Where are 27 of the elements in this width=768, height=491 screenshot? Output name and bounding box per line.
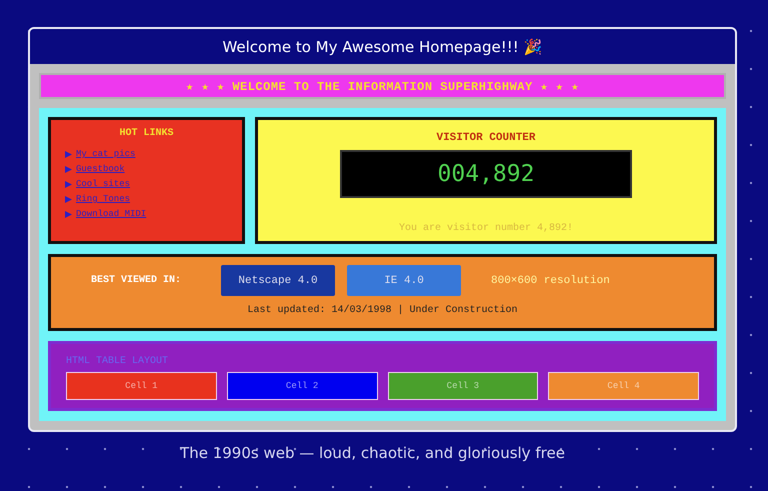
visitor-message: You are visitor number 4,892! bbox=[398, 223, 574, 234]
last-updated-text: Last updated: 14/03/1998 | Under Construction bbox=[246, 305, 519, 316]
bullet-icon bbox=[65, 180, 72, 188]
panel-heading: VISITOR COUNTER bbox=[436, 132, 536, 144]
counter-value: 004,892 bbox=[438, 161, 534, 187]
banner-text: ★ ★ ★ WELCOME TO THE INFORMATION SUPERHIGHWAY ★ ★ ★ bbox=[186, 78, 579, 94]
hot-link[interactable]: My cat pics bbox=[76, 149, 136, 159]
table-cell: Cell 3 bbox=[388, 372, 538, 400]
bullet-icon bbox=[65, 210, 72, 218]
resolution-text: 800×600 resolution bbox=[491, 274, 610, 286]
browser-button[interactable]: Netscape 4.0 bbox=[221, 265, 335, 296]
caption: The 1990s web — loud, chaotic, and gloriously free bbox=[179, 444, 566, 462]
browser-button[interactable]: IE 4.0 bbox=[347, 265, 461, 296]
hot-link[interactable]: Guestbook bbox=[76, 164, 125, 174]
panel-heading: HTML TABLE LAYOUT bbox=[66, 356, 170, 367]
hot-link[interactable]: Download MIDI bbox=[76, 209, 146, 219]
hot-link[interactable]: Ring Tones bbox=[76, 194, 130, 204]
table-cell: Cell 2 bbox=[226, 372, 378, 400]
table-cell: Cell 1 bbox=[66, 372, 217, 400]
best-viewed-label: BEST VIEWED IN: bbox=[91, 275, 182, 286]
panel-heading: HOT LINKS bbox=[118, 128, 174, 139]
bullet-icon bbox=[65, 150, 72, 158]
bullet-icon bbox=[65, 166, 72, 172]
bullet-icon bbox=[65, 196, 72, 202]
table-cell: Cell 4 bbox=[548, 372, 699, 400]
window-title: Welcome to My Awesome Homepage!!! 🎉 bbox=[222, 38, 543, 56]
hot-link[interactable]: Cool sites bbox=[76, 179, 130, 189]
